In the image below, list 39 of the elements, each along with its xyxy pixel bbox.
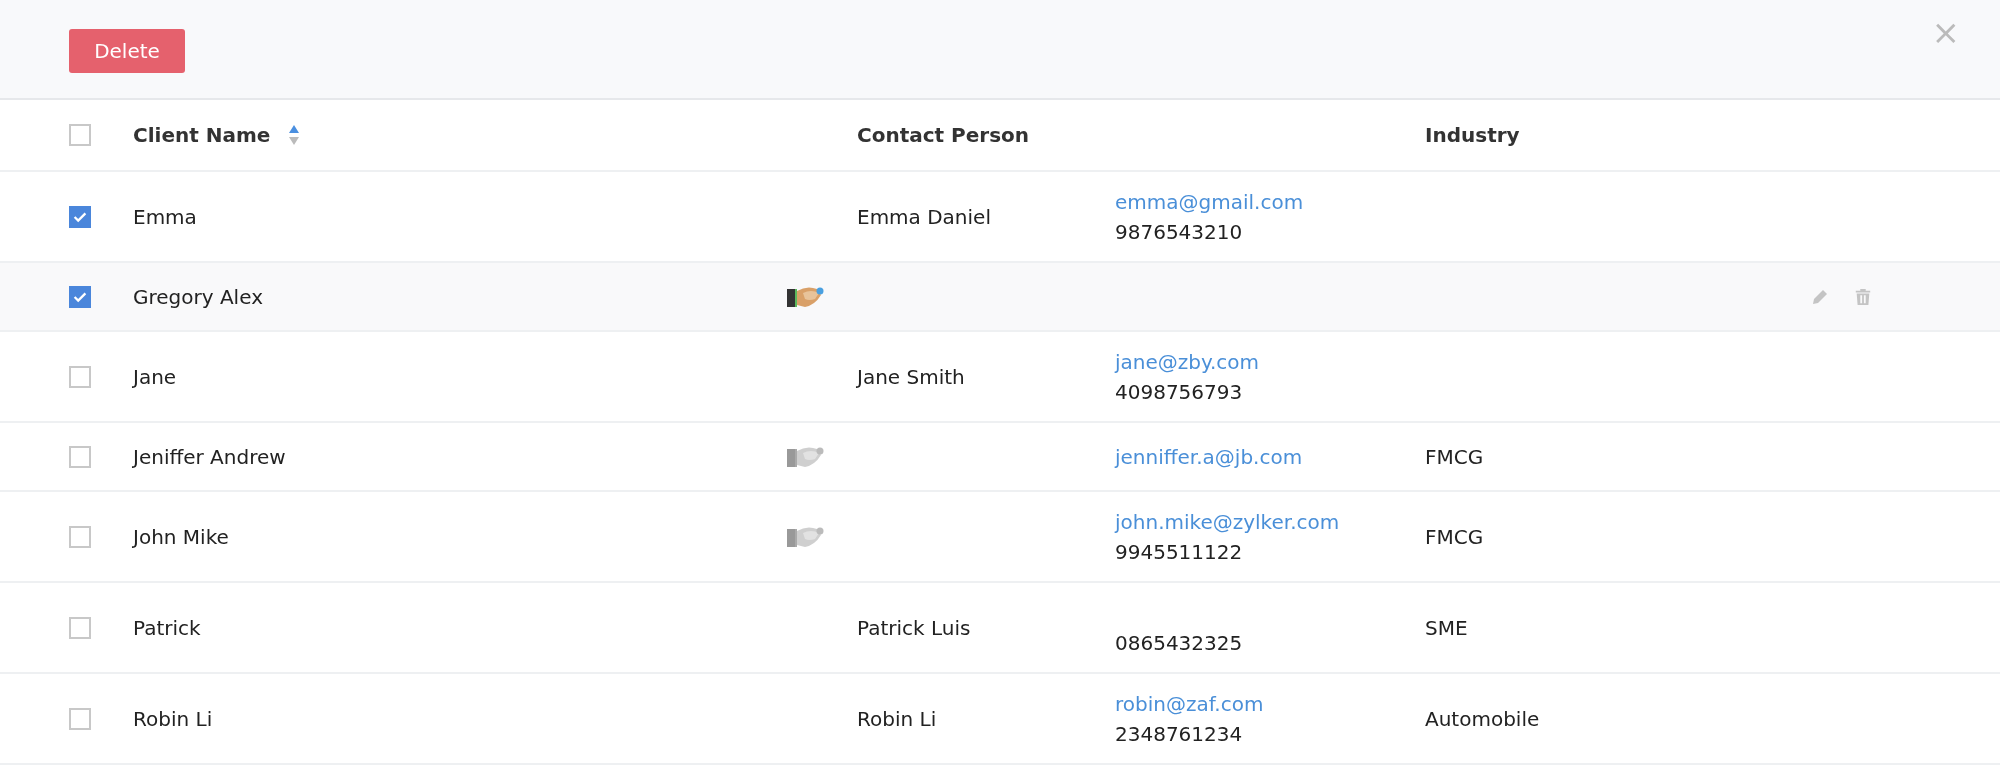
column-header: Industry — [1425, 123, 1521, 147]
client-name: Robin Li — [133, 706, 214, 731]
industry: FMCG — [1425, 444, 1484, 469]
row-checkbox[interactable] — [69, 616, 91, 639]
table-row[interactable]: Patrick Patrick Luis 0865432325 SME — [0, 583, 2000, 674]
row-checkbox[interactable] — [69, 205, 91, 228]
sort-icon[interactable] — [288, 124, 301, 146]
table-row[interactable]: Gregory Alex — [0, 263, 2000, 332]
row-checkbox[interactable] — [69, 707, 91, 730]
row-checkbox[interactable] — [69, 445, 91, 468]
row-checkbox[interactable] — [69, 525, 91, 548]
row-checkbox[interactable] — [69, 365, 91, 388]
delete-icon[interactable] — [1854, 286, 1872, 307]
contact-person: Emma Daniel — [857, 204, 991, 229]
industry: Automobile — [1425, 706, 1540, 731]
column-header: Contact Person — [857, 123, 1031, 147]
table-row[interactable]: Robin Li Robin Li robin@zaf.com 2348761234 Automobile — [0, 674, 2000, 765]
table-row[interactable]: John Mike john.mike@zylker.com 9945511122 FMCG — [0, 492, 2000, 583]
column-header[interactable]: Client Name — [133, 123, 271, 147]
client-name: John Mike — [133, 524, 230, 549]
phone-number: 2348761234 — [1115, 721, 1244, 746]
industry: FMCG — [1425, 524, 1484, 549]
contact-person: Jane Smith — [857, 364, 965, 389]
client-name: Jane — [133, 364, 178, 389]
industry: SME — [1425, 615, 1468, 640]
table-row[interactable]: Jane Jane Smith jane@zby.com 4098756793 — [0, 332, 2000, 423]
phone-number: 9876543210 — [1115, 219, 1244, 244]
row-checkbox[interactable] — [69, 285, 91, 308]
client-name: Jeniffer Andrew — [133, 444, 287, 469]
contact-person: Robin Li — [857, 706, 937, 731]
client-name: Patrick — [133, 615, 202, 640]
table-row[interactable]: Jeniffer Andrew jenniffer.a@jb.com FMCG — [0, 423, 2000, 492]
contact-person: Patrick Luis — [857, 615, 971, 640]
phone-number: 0865432325 — [1115, 630, 1244, 655]
client-name: Gregory Alex — [133, 284, 264, 309]
client-name: Emma — [133, 204, 198, 229]
phone-number: 9945511122 — [1115, 539, 1244, 564]
phone-number: 4098756793 — [1115, 379, 1244, 404]
select-all-checkbox[interactable] — [69, 124, 91, 146]
